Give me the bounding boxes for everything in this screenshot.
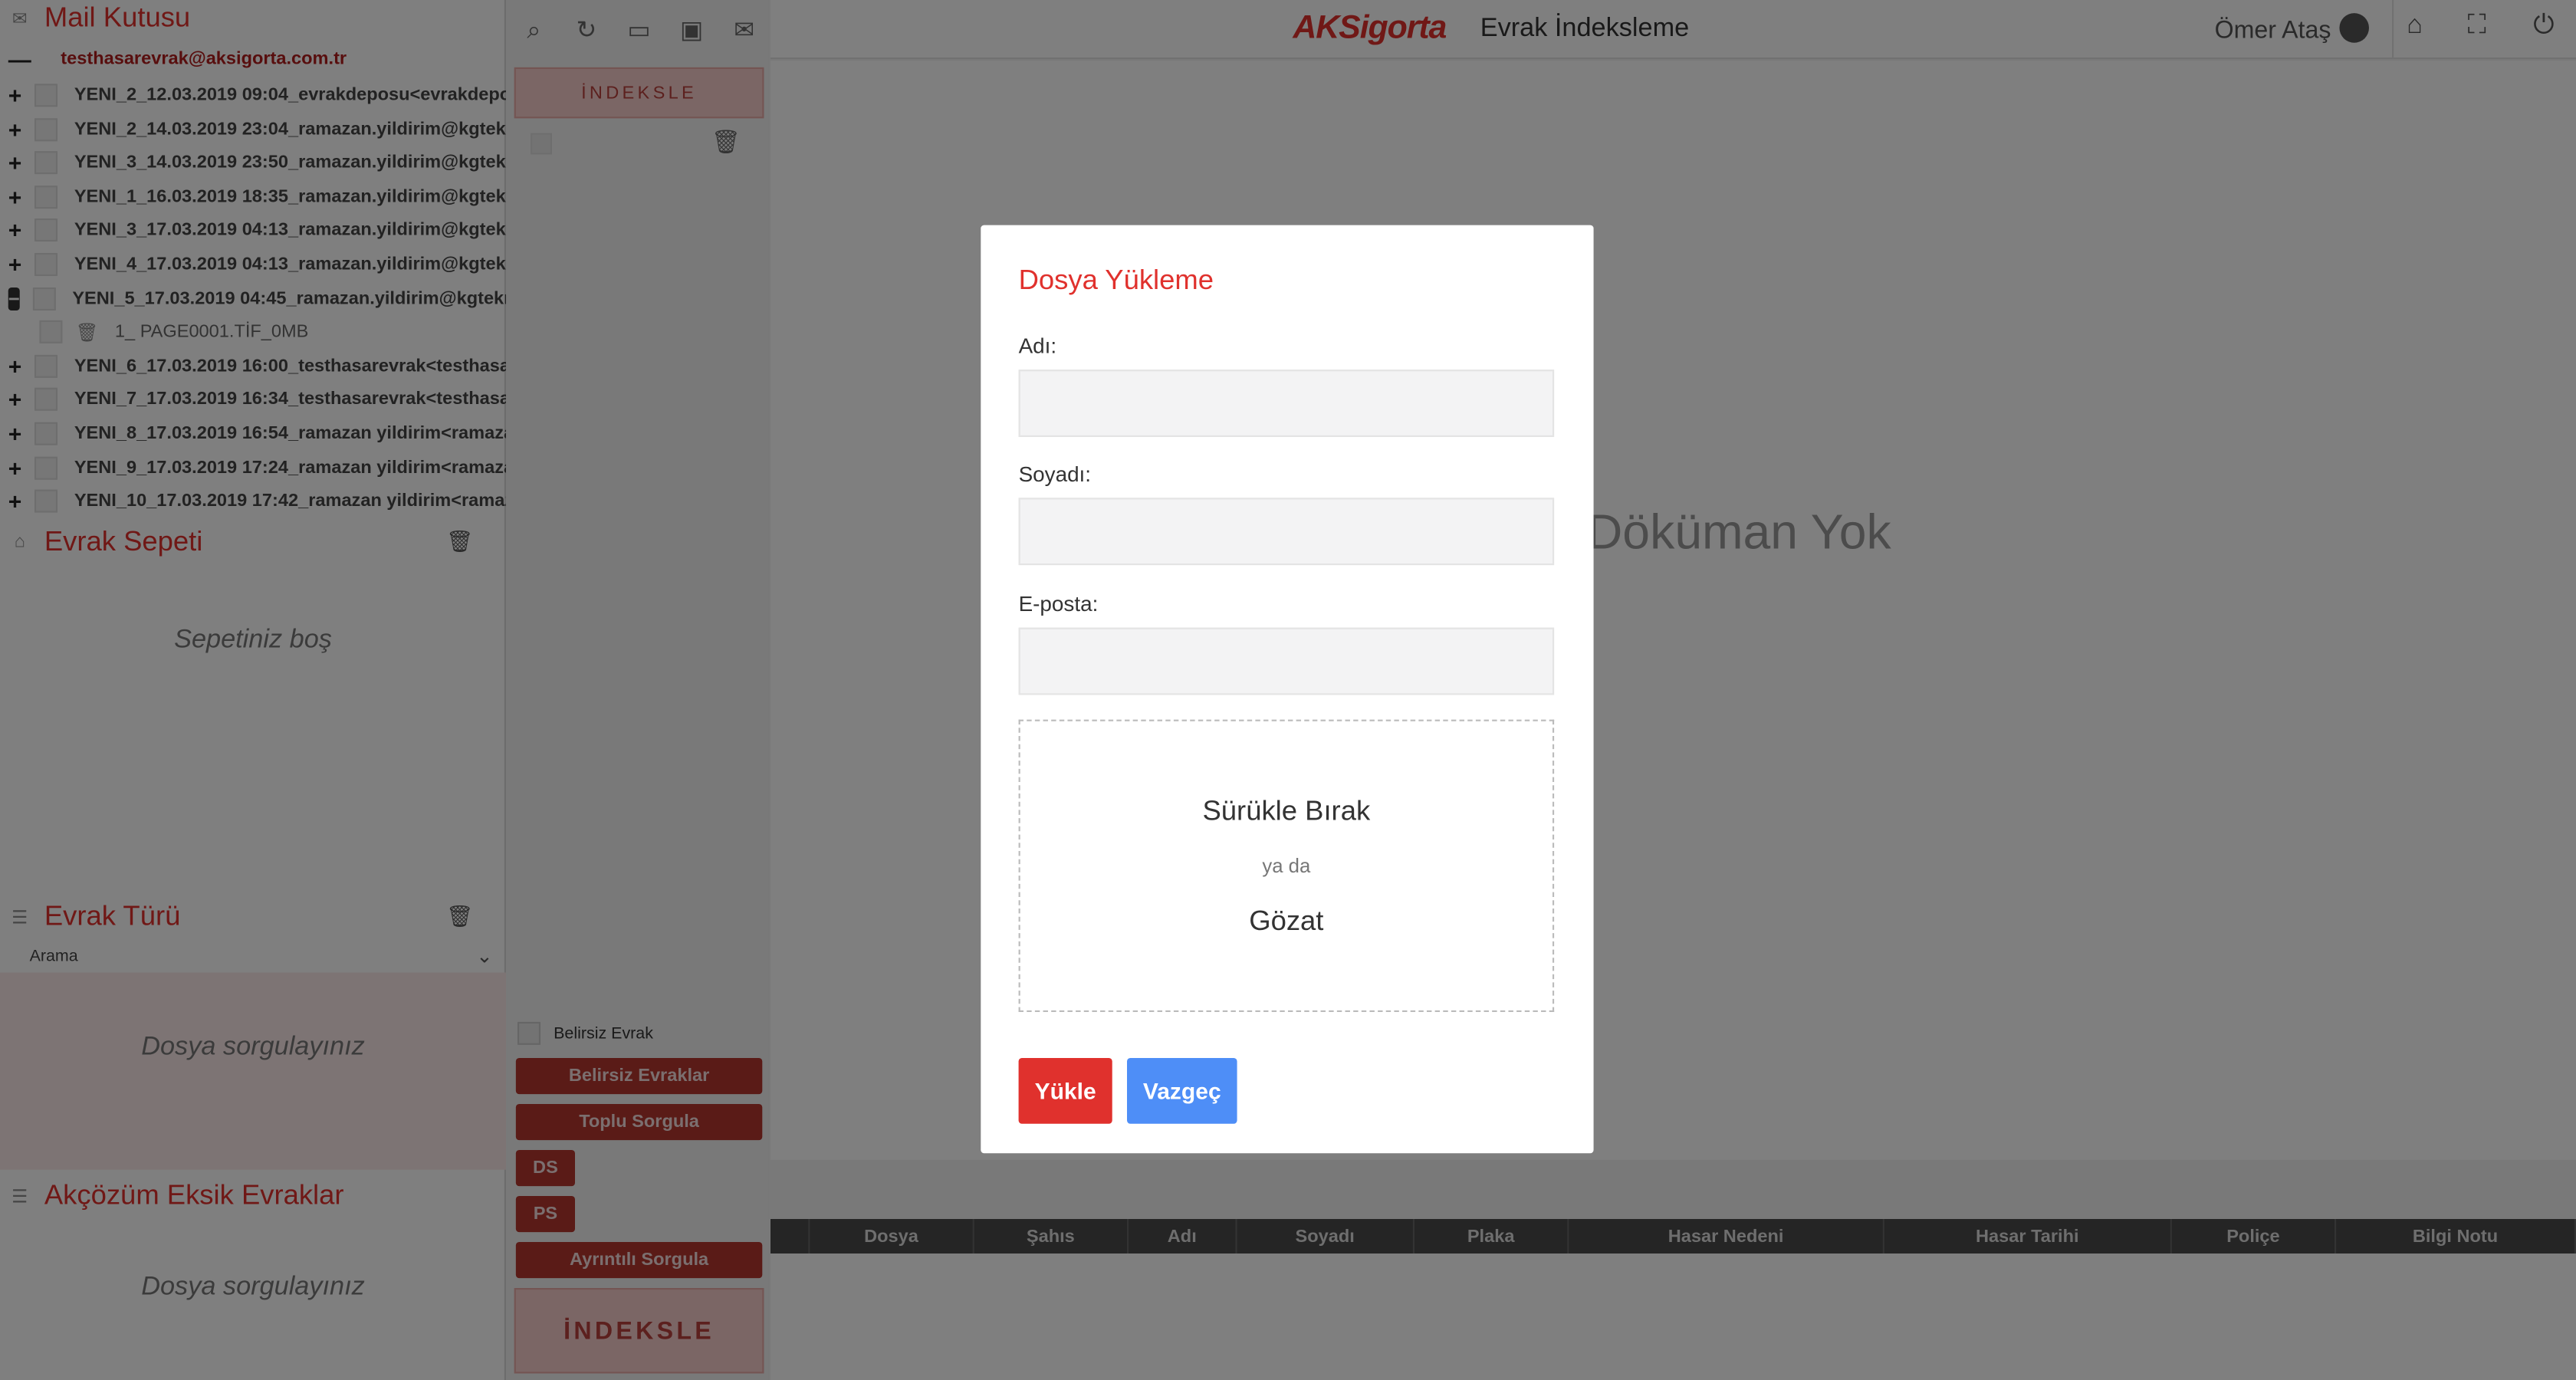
last-name-input[interactable]	[1018, 498, 1555, 566]
drag-drop-text: Sürükle Bırak	[1202, 795, 1371, 826]
first-name-input[interactable]	[1018, 370, 1555, 437]
last-name-label: Soyadı:	[1018, 462, 1092, 487]
email-label: E-posta:	[1018, 591, 1099, 616]
email-input[interactable]	[1018, 627, 1555, 695]
first-name-label: Adı:	[1018, 334, 1057, 359]
upload-button[interactable]: Yükle	[1018, 1058, 1112, 1124]
drop-zone[interactable]: Sürükle Bırak ya da Gözat	[1018, 719, 1555, 1012]
browse-link[interactable]: Gözat	[1020, 905, 1552, 938]
file-upload-dialog: Dosya Yükleme Adı: Soyadı: E-posta: Sürü…	[981, 225, 1594, 1154]
cancel-button[interactable]: Vazgeç	[1127, 1058, 1237, 1124]
dialog-title: Dosya Yükleme	[1018, 264, 1214, 296]
or-text: ya da	[1262, 854, 1311, 878]
